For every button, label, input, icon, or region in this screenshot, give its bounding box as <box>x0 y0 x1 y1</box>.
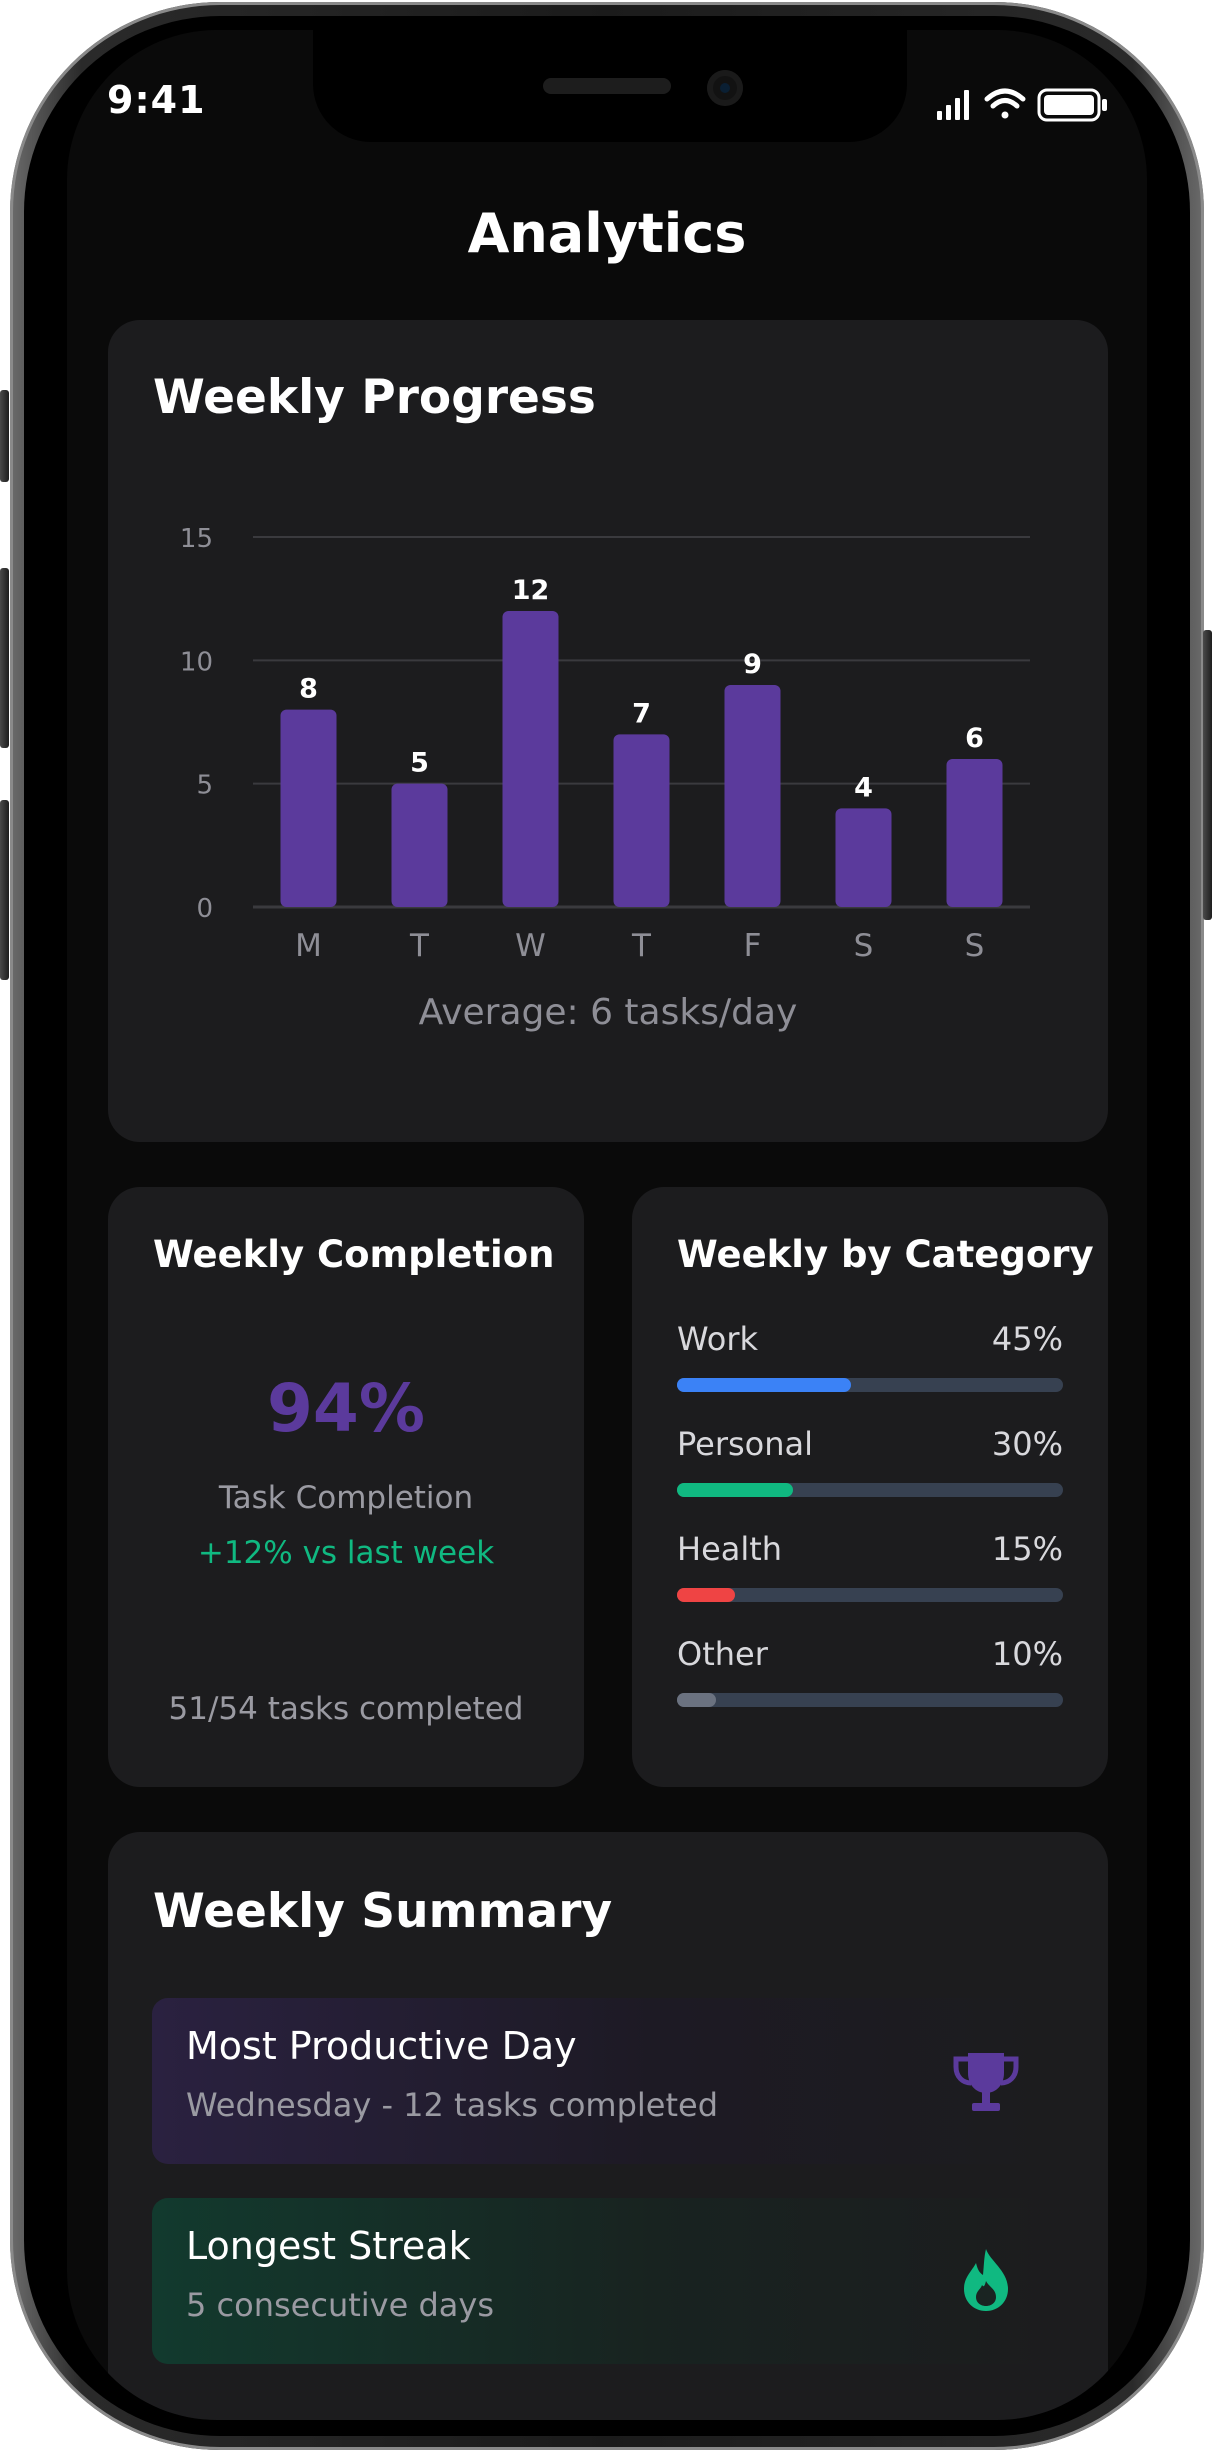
category-progress-track <box>677 1483 1063 1497</box>
dynamic-notch <box>313 30 907 142</box>
status-icons <box>937 88 1107 122</box>
weekly-completion-card: Weekly Completion 94% Task Completion +1… <box>108 1187 584 1787</box>
category-row-work: Work 45% <box>677 1320 1063 1400</box>
x-tick-label: S <box>854 928 874 960</box>
y-tick-label: 15 <box>180 524 213 554</box>
front-camera <box>707 70 743 106</box>
bar-value-label: 9 <box>743 649 762 680</box>
summary-longest-streak[interactable]: Longest Streak 5 consecutive days <box>152 2198 1062 2364</box>
category-progress-track <box>677 1378 1063 1392</box>
category-percent: 30% <box>991 1425 1063 1463</box>
category-row-other: Other 10% <box>677 1635 1063 1715</box>
battery-icon <box>1037 88 1107 122</box>
completion-count: 51/54 tasks completed <box>168 1691 524 1727</box>
bar-value-label: 12 <box>512 575 550 606</box>
weekly-completion-title: Weekly Completion <box>153 1233 555 1276</box>
x-tick-label: T <box>409 928 430 960</box>
category-name: Other <box>677 1635 768 1673</box>
power-button <box>1203 630 1212 920</box>
x-tick-label: F <box>744 928 762 960</box>
bar <box>613 734 670 907</box>
action-button <box>0 390 9 482</box>
completion-label: Task Completion <box>218 1480 474 1516</box>
summary-most-productive-day[interactable]: Most Productive Day Wednesday - 12 tasks… <box>152 1998 1062 2164</box>
flame-icon <box>964 2249 1008 2311</box>
page-title: Analytics <box>467 202 747 265</box>
average-tasks-text: Average: 6 tasks/day <box>418 992 798 1033</box>
bar-value-label: 4 <box>854 772 873 803</box>
category-progress-fill <box>677 1378 851 1392</box>
volume-up-button <box>0 568 9 748</box>
volume-down-button <box>0 800 9 980</box>
x-tick-label: T <box>631 928 652 960</box>
category-progress-fill <box>677 1693 716 1707</box>
category-name: Health <box>677 1530 783 1568</box>
app-screen: 9:41 Analytics Weekly Progress 0 5 10 15 8 M 5… <box>67 30 1147 2420</box>
bar <box>391 783 448 907</box>
category-name: Work <box>677 1320 759 1358</box>
weekly-progress-card: Weekly Progress 0 5 10 15 8 M 5 T 12 W 7 T 9 F 4 S 6 S Av… <box>108 320 1108 1142</box>
weekly-summary-title: Weekly Summary <box>153 1884 613 1939</box>
y-tick-label: 5 <box>196 771 213 801</box>
bar-value-label: 8 <box>299 674 318 705</box>
weekly-progress-chart: 0 5 10 15 8 M 5 T 12 W 7 T 9 F 4 S 6 S <box>180 524 1030 960</box>
bar <box>280 709 337 907</box>
summary-item-subtitle: Wednesday - 12 tasks completed <box>186 2086 719 2124</box>
y-tick-label: 0 <box>196 894 213 924</box>
category-progress-track <box>677 1693 1063 1707</box>
bar-value-label: 7 <box>632 698 651 729</box>
wifi-icon <box>984 88 1026 119</box>
bar <box>502 611 559 907</box>
category-progress-track <box>677 1588 1063 1602</box>
summary-item-title: Most Productive Day <box>186 2024 577 2068</box>
category-name: Personal <box>677 1425 814 1463</box>
weekly-by-category-card: Weekly by Category Work 45% Personal 30%… <box>632 1187 1108 1787</box>
summary-item-subtitle: 5 consecutive days <box>186 2286 494 2324</box>
category-row-personal: Personal 30% <box>677 1425 1063 1505</box>
x-tick-label: W <box>515 928 546 960</box>
weekly-summary-card: Weekly Summary Most Productive Day Wedne… <box>108 1832 1108 2420</box>
trophy-icon <box>953 2053 1019 2111</box>
category-progress-fill <box>677 1483 793 1497</box>
category-row-health: Health 15% <box>677 1530 1063 1610</box>
bar-value-label: 6 <box>965 723 984 754</box>
cellular-signal-icon <box>937 90 969 120</box>
summary-item-title: Longest Streak <box>186 2224 471 2268</box>
completion-change: +12% vs last week <box>197 1535 495 1571</box>
category-progress-fill <box>677 1588 735 1602</box>
weekly-by-category-title: Weekly by Category <box>677 1233 1094 1276</box>
bar-value-label: 5 <box>410 748 429 779</box>
status-time: 9:41 <box>107 78 206 122</box>
bar <box>835 808 892 907</box>
earpiece-speaker <box>543 78 671 94</box>
completion-percent: 94% <box>267 1370 425 1447</box>
category-percent: 10% <box>991 1635 1063 1673</box>
category-percent: 15% <box>991 1530 1063 1568</box>
bar <box>946 759 1003 907</box>
x-tick-label: S <box>965 928 985 960</box>
bar <box>724 685 781 907</box>
category-percent: 45% <box>991 1320 1063 1358</box>
y-tick-label: 10 <box>180 647 213 677</box>
x-tick-label: M <box>295 928 322 960</box>
